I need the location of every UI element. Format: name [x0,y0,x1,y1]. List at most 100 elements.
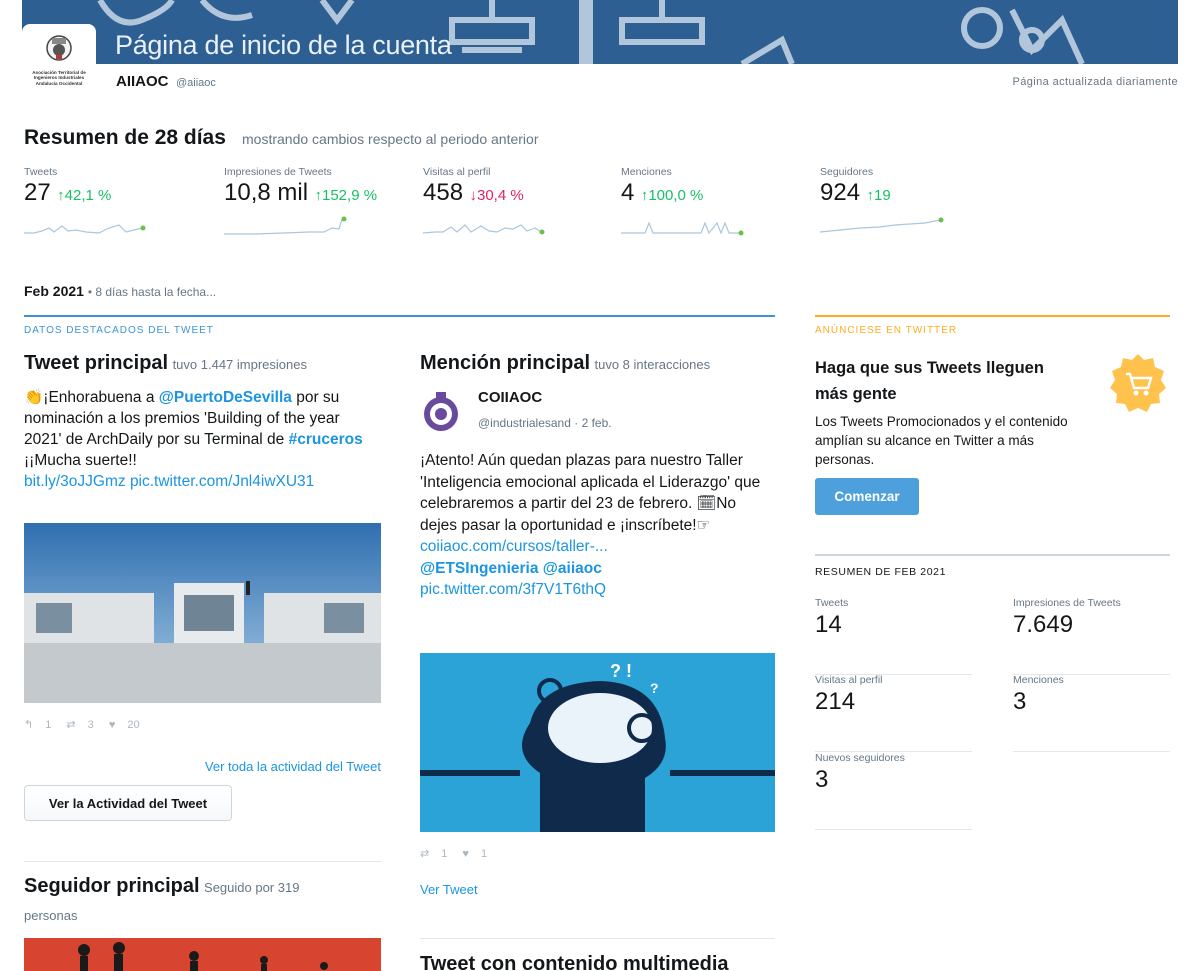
metric-value: 458 [423,179,464,206]
update-note: Página actualizada diariamente [1012,76,1178,88]
mention-course-link[interactable]: coiiaoc.com/cursos/taller-... [420,538,608,555]
mention-stats: ⇄ 1 ♥ 1 [420,847,499,860]
all-activity-link[interactable]: Ver toda la actividad del Tweet [184,759,381,774]
view-tweet-link[interactable]: Ver Tweet [420,882,478,897]
highlights-label: DATOS DESTACADOS DEL TWEET [24,325,214,336]
stat-value: 3 [1013,688,1027,715]
crest-icon [46,35,72,61]
metric-change: ↑42,1 % [57,187,112,204]
stat-value: 7.649 [1013,611,1074,638]
view-activity-button[interactable]: Ver la Actividad del Tweet [24,785,232,821]
cart-icon [1110,354,1166,412]
metric-mentions: Menciones 4 ↑100,0 % [621,166,811,244]
header-banner: Página de inicio de la cuenta [22,0,1178,64]
hashtag-link[interactable]: #cruceros [289,431,363,448]
top-tweet-text: 👏¡Enhorabuena a @PuertoDeSevilla por su … [24,387,381,492]
top-tweet-sub: tuvo 1.447 impresiones [172,357,307,372]
start-button[interactable]: Comenzar [815,478,919,515]
page-title: Página de inicio de la cuenta [115,30,452,60]
feb-summary-label: RESUMEN DE FEB 2021 [815,566,947,578]
top-follower-sub: Seguido por 319 [204,880,300,895]
reply-count: 1 [45,719,52,731]
ad-label: ANÚNCIESE EN TWITTER [815,325,958,336]
metric-followers: Seguidores 924 ↑19 [820,166,1010,244]
stat-value: 3 [815,766,829,793]
feb-stat-mentions: Menciones 3 [1013,674,1170,752]
metric-label: Tweets [24,166,58,178]
period-heading: Feb 2021 • 8 días hasta la fecha... [24,283,216,299]
mention-user-handle[interactable]: @industrialesand · 2 feb. [478,416,612,430]
period-days: • 8 días hasta la fecha... [87,285,217,299]
metric-label: Seguidores [820,166,874,178]
retweet-count: 3 [87,719,94,731]
metric-value: 10,8 mil [224,179,309,206]
top-follower-heading: Seguidor principal Seguido por 319 [24,875,381,898]
reply-icon[interactable]: ↰ [24,719,33,731]
feb-stat-impressions: Impresiones de Tweets 7.649 [1013,597,1170,675]
media-tweet-title: Tweet con contenido multimedia [420,953,729,971]
top-tweet-title: Tweet principal [24,352,169,374]
like-count: 20 [127,719,140,731]
stat-value: 214 [815,688,856,715]
mention-pic-link[interactable]: pic.twitter.com/3f7V1T6thQ [420,581,606,598]
mention-user-name[interactable]: COIIAOC [478,389,542,406]
svg-text:? !: ? ! [610,661,632,681]
top-follower-sub2: personas [24,908,78,923]
sparkline [621,221,744,236]
like-count: 1 [480,848,488,860]
tweet-links[interactable]: bit.ly/3oJJGmz pic.twitter.com/Jnl4iwXU3… [24,473,314,490]
feb-stat-new-followers: Nuevos seguidores 3 [815,752,972,830]
metric-change: ↑19 [866,187,891,204]
retweet-icon[interactable]: ⇄ [420,848,429,860]
ad-body: Los Tweets Promocionados y el contenido … [815,414,1068,467]
metric-change: ↓30,4 % [469,187,524,204]
like-icon[interactable]: ♥ [109,719,116,731]
account-avatar[interactable]: Asociación Territorial de Ingenieros Ind… [22,24,96,98]
mention-image[interactable]: ? ! ? [420,653,775,832]
like-icon[interactable]: ♥ [462,848,469,860]
stat-label: Visitas al perfil [815,674,883,686]
logo-text: Asociación Territorial de Ingenieros Ind… [32,70,86,86]
metric-value: 27 [24,179,51,206]
feb-summary-divider [815,554,1170,556]
metric-tweets: Tweets 27 ↑42,1 % [24,166,214,244]
sparkline [24,224,146,234]
summary-title: Resumen de 28 días [24,126,226,149]
top-follower-title: Seguidor principal [24,875,200,897]
stat-label: Menciones [1013,674,1064,686]
metric-label: Impresiones de Tweets [224,166,332,178]
mention-avatar[interactable] [420,390,462,436]
metric-value: 924 [820,179,861,206]
highlights-divider [24,315,775,317]
retweet-count: 1 [441,848,448,860]
retweet-icon[interactable]: ⇄ [66,719,75,731]
tweet-text-part: ¡¡Mucha suerte!! [24,452,137,469]
mention-accounts[interactable]: @ETSIngenieria @aiiaoc [420,560,602,577]
metric-impressions: Impresiones de Tweets 10,8 mil ↑152,9 % [224,166,414,244]
top-mention-card: Mención principal tuvo 8 interacciones C… [420,352,775,971]
account-handle[interactable]: @aiiaoc [176,77,216,89]
tweet-text-part: 👏¡Enhorabuena a [24,389,159,406]
mention-link[interactable]: @PuertoDeSevilla [159,389,292,406]
top-mention-sub: tuvo 8 interacciones [594,357,711,372]
follower-banner-image[interactable] [24,938,381,971]
account-name[interactable]: AIIAOC [116,73,169,90]
section-divider [24,861,381,862]
sparkline [224,216,347,235]
stat-label: Impresiones de Tweets [1013,597,1121,609]
metric-label: Visitas al perfil [423,166,491,178]
stat-label: Nuevos seguidores [815,752,905,764]
metric-profile-visits: Visitas al perfil 458 ↓30,4 % [423,166,613,244]
top-tweet-card: Tweet principal tuvo 1.447 impresiones 👏… [24,352,381,971]
feb-stat-tweets: Tweets 14 [815,597,972,675]
summary-subtitle: mostrando cambios respecto al periodo an… [242,131,539,147]
period-month: Feb 2021 [24,283,84,299]
ad-title: Haga que sus Tweets lleguen más gente [815,359,1044,403]
stat-label: Tweets [815,597,849,609]
metric-value: 4 [621,179,635,206]
metric-change: ↑100,0 % [640,187,704,204]
feb-stat-profile-visits: Visitas al perfil 214 [815,674,972,752]
tweet-image[interactable] [24,523,381,703]
section-divider [420,938,775,939]
mention-text-body: ¡Atento! Aún quedan plazas para nuestro … [420,452,761,534]
